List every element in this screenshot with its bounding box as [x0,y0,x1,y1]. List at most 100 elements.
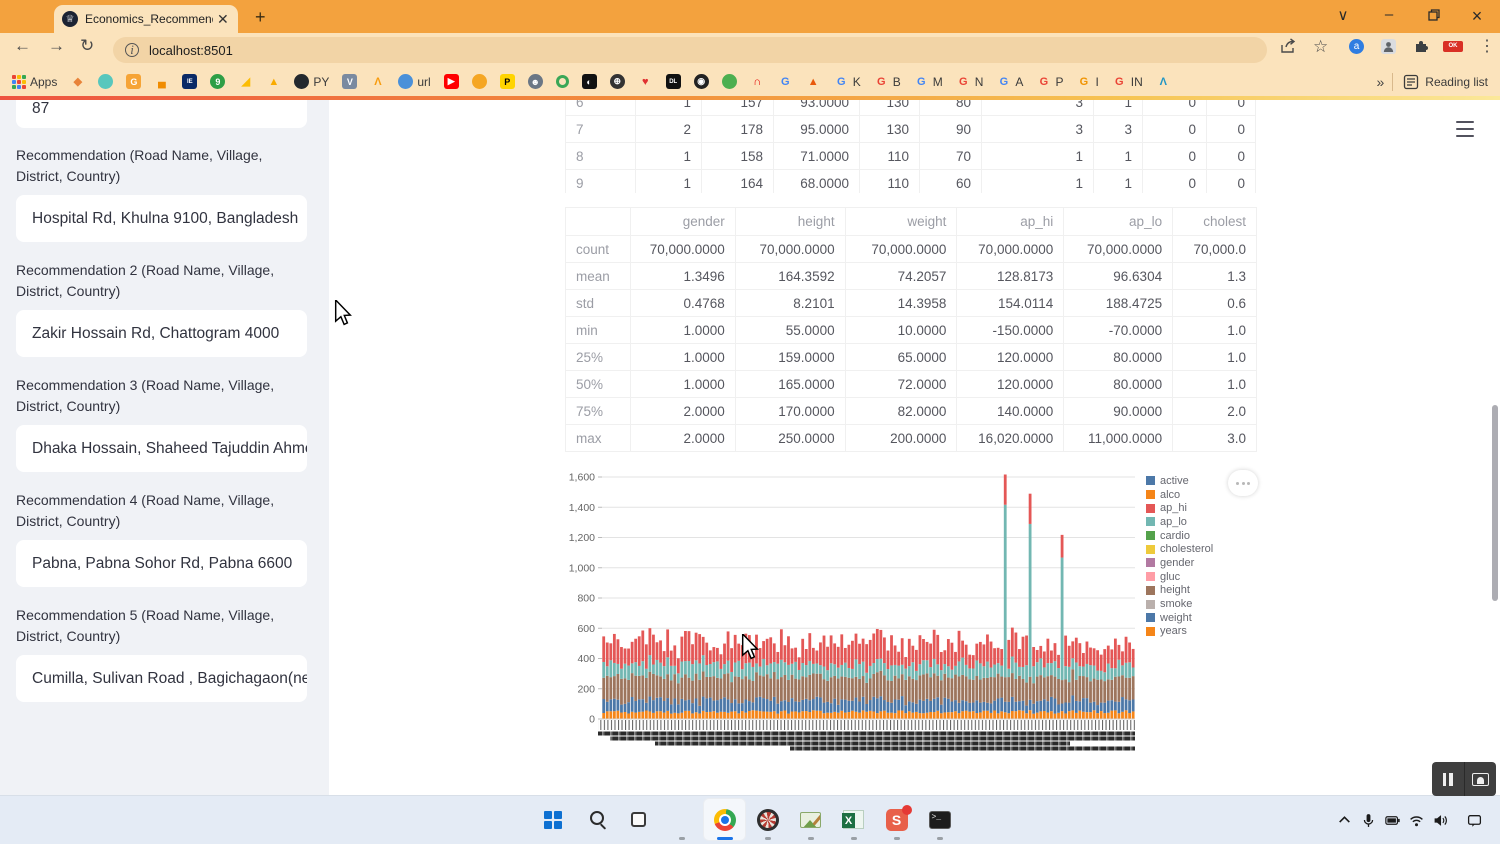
app-hamburger-menu[interactable] [1456,121,1474,137]
recommendation-label-3: Recommendation 3 (Road Name, Village, Di… [16,375,308,417]
pma-favicon[interactable]: Λ [370,74,385,89]
bar-chart-favicon[interactable]: ▄ [154,74,169,89]
ieee-favicon[interactable]: IE [182,74,197,89]
analytics-favicon[interactable]: ▲ [266,74,281,89]
tab-search-chevron-icon[interactable]: ∨ [1328,6,1358,24]
bw-split-favicon[interactable]: ◐ [582,74,597,89]
recorder-snapshot-button[interactable] [1464,762,1497,796]
bar-segment-ap_hi [1075,638,1078,663]
bar-segment-ap_hi [908,639,911,666]
recommendation-input-3[interactable]: Dhaka Hossain, Shaheed Tajuddin Ahme [16,425,307,472]
github-favicon[interactable]: PY [294,74,329,89]
reading-list-button[interactable]: Reading list [1403,74,1488,90]
tab-close-icon[interactable]: ✕ [217,11,229,28]
nine-favicon[interactable]: 9 [210,74,225,89]
google-ads-favicon[interactable]: ◢ [238,74,253,89]
google-in-favicon[interactable]: GIN [1112,74,1143,89]
settings-wheel-icon[interactable] [746,798,789,841]
notification-icon[interactable] [1467,813,1482,828]
bookmark-star-icon[interactable]: ☆ [1313,37,1328,57]
bar-segment-height [1039,675,1042,701]
bar-segment-height [951,678,954,701]
recorder-pause-button[interactable] [1432,762,1464,796]
chrome-icon[interactable] [703,798,746,841]
chart-options-menu[interactable] [1228,470,1258,496]
browser-tab[interactable]: ♕ Economics_Recommender · Strea ✕ [54,5,238,33]
minimize-button[interactable]: – [1374,6,1404,23]
extension-badge-icon[interactable]: OK [1443,41,1463,52]
page-scrollbar[interactable] [1492,405,1498,601]
url-favicon[interactable]: url [398,74,430,89]
terminal-icon[interactable] [918,798,961,841]
task-view-button[interactable] [617,798,660,841]
shield-favicon[interactable]: V [342,74,357,89]
bar-segment-weight [776,704,779,714]
google-m-favicon[interactable]: GM [914,74,943,89]
airtel-favicon[interactable]: ∩ [750,74,765,89]
browser-menu-icon[interactable]: ⋮ [1479,36,1495,56]
orange-g-favicon[interactable]: G [126,74,141,89]
recommendation-input-5[interactable]: Cumilla, Sulivan Road , Bagichagaon(ne [16,655,307,702]
close-button[interactable]: × [1462,6,1492,27]
apps-shortcut[interactable]: Apps [12,75,57,89]
recommendation-input-2[interactable]: Zakir Hossain Rd, Chattogram 4000 [16,310,307,357]
excel-icon[interactable] [832,798,875,841]
google-favicon[interactable]: G [778,74,793,89]
bar-segment-ap_hi [727,631,730,660]
bar-segment-ap_hi [720,654,723,669]
google-p-favicon[interactable]: GP [1036,74,1063,89]
bar-segment-years [872,711,875,719]
share-icon[interactable] [1280,38,1297,60]
face-favicon[interactable]: ☻ [528,74,543,89]
recommendation-input-4[interactable]: Pabna, Pabna Sohor Rd, Pabna 6600 [16,540,307,587]
dl-favicon[interactable]: DL [666,74,681,89]
google-b-favicon[interactable]: GB [874,74,901,89]
back-icon[interactable]: ← [14,36,31,56]
wifi-icon[interactable] [1409,813,1424,828]
orange-blob-favicon[interactable] [472,74,487,89]
green-ring-favicon[interactable] [556,75,569,88]
youtube-favicon[interactable]: ▶ [444,74,459,89]
bar-segment-height [613,676,616,699]
bar-segment-ap_lo [840,665,843,677]
describe-table[interactable]: genderheightweightap_hiap_locholestcount… [565,207,1257,452]
diamond-favicon[interactable]: ◆ [70,74,85,89]
google-i-favicon[interactable]: GI [1076,74,1098,89]
google-n-favicon[interactable]: GN [956,74,984,89]
microphone-icon[interactable] [1361,813,1376,828]
volume-icon[interactable] [1433,813,1448,828]
globe-favicon[interactable]: ⊕ [610,74,625,89]
matlab-favicon[interactable]: ▲ [806,74,821,89]
bar-segment-ap_hi [943,650,946,664]
recommendation-input-1[interactable]: Hospital Rd, Khulna 9100, Bangladesh [16,195,307,242]
heart-favicon[interactable]: ♥ [638,74,653,89]
start-button[interactable] [531,798,574,841]
forward-icon[interactable]: → [48,36,65,56]
new-tab-button[interactable]: + [255,7,266,28]
dataframe-preview[interactable]: 6115793.00001308031007217895.00001309033… [565,97,1257,193]
file-explorer-icon[interactable] [660,798,703,841]
extension-person-icon[interactable] [1381,39,1396,54]
blue-m-favicon[interactable]: Λ [1156,74,1171,89]
snagit-icon[interactable]: S [875,798,918,841]
tray-expand-icon[interactable] [1337,813,1352,828]
restore-button[interactable] [1419,6,1449,21]
dark-globe-favicon[interactable]: ◉ [694,74,709,89]
bookmarks-overflow-icon[interactable]: » [1377,74,1385,90]
google-a-favicon[interactable]: GA [996,74,1023,89]
bar-segment-height [894,676,897,700]
reload-icon[interactable]: ↻ [80,36,94,56]
search-button[interactable] [574,798,617,841]
image-editor-icon[interactable] [789,798,832,841]
extension-a-icon[interactable]: a [1349,39,1364,54]
p-yellow-favicon[interactable]: P [500,74,515,89]
column-header: ap_hi [957,208,1064,236]
battery-icon[interactable] [1385,813,1400,828]
number-input-partial[interactable]: 87 [16,100,307,128]
google-k-favicon[interactable]: GK [834,74,861,89]
site-info-icon[interactable]: i [125,43,139,57]
url-bar[interactable]: i localhost:8501 [113,37,1267,63]
extensions-puzzle-icon[interactable] [1413,38,1429,59]
green-multi-favicon[interactable] [722,74,737,89]
godaddy-favicon[interactable] [98,74,113,89]
